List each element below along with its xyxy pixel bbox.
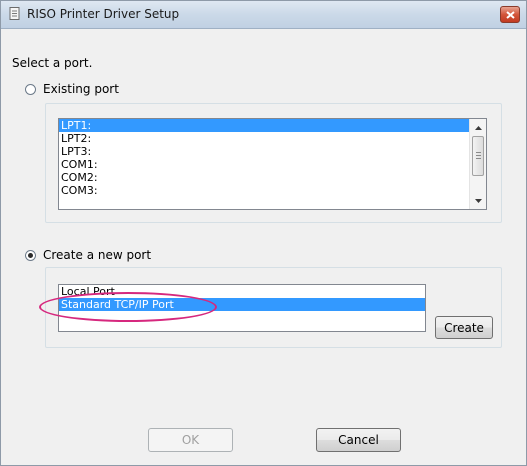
close-button[interactable] <box>500 6 520 23</box>
scroll-up-button[interactable] <box>470 119 486 136</box>
new-port-label: Create a new port <box>43 248 152 262</box>
existing-port-radio[interactable] <box>25 83 36 95</box>
existing-port-item[interactable]: COM2: <box>59 171 486 184</box>
existing-port-item[interactable]: LPT2: <box>59 132 486 145</box>
port-type-list[interactable]: Local Port Standard TCP/IP Port <box>58 284 426 332</box>
prompt-label: Select a port. <box>12 56 93 70</box>
existing-port-radio-row[interactable]: Existing port <box>25 82 119 96</box>
existing-port-scrollbar[interactable] <box>469 119 486 209</box>
scroll-down-button[interactable] <box>470 192 486 209</box>
existing-port-items: LPT1: LPT2: LPT3: COM1: COM2: COM3: <box>59 119 486 197</box>
existing-port-list[interactable]: LPT1: LPT2: LPT3: COM1: COM2: COM3: <box>58 118 487 210</box>
existing-port-item[interactable]: COM3: <box>59 184 486 197</box>
existing-port-item[interactable]: LPT1: <box>59 119 486 132</box>
port-type-item[interactable]: Standard TCP/IP Port <box>59 298 425 311</box>
new-port-group: Local Port Standard TCP/IP Port Create <box>45 267 502 348</box>
new-port-radio-row[interactable]: Create a new port <box>25 248 151 262</box>
existing-port-item[interactable]: COM1: <box>59 158 486 171</box>
setup-dialog: RISO Printer Driver Setup Select a port.… <box>0 0 527 466</box>
dialog-body: Select a port. Existing port LPT1: LPT2: L… <box>2 29 525 464</box>
printer-app-icon <box>9 7 21 21</box>
existing-port-item[interactable]: LPT3: <box>59 145 486 158</box>
new-port-radio[interactable] <box>25 249 36 261</box>
existing-port-group: LPT1: LPT2: LPT3: COM1: COM2: COM3: <box>45 103 502 223</box>
title-bar[interactable]: RISO Printer Driver Setup <box>1 1 526 29</box>
create-button[interactable]: Create <box>435 316 493 339</box>
cancel-button[interactable]: Cancel <box>316 428 401 452</box>
port-type-items: Local Port Standard TCP/IP Port <box>59 285 425 311</box>
existing-port-label: Existing port <box>43 82 119 96</box>
ok-button[interactable]: OK <box>148 428 233 452</box>
close-icon <box>506 11 515 19</box>
port-type-item[interactable]: Local Port <box>59 285 425 298</box>
chevron-up-icon <box>474 125 482 130</box>
scroll-thumb[interactable] <box>472 136 484 176</box>
window-title: RISO Printer Driver Setup <box>27 7 180 21</box>
chevron-down-icon <box>474 198 482 203</box>
